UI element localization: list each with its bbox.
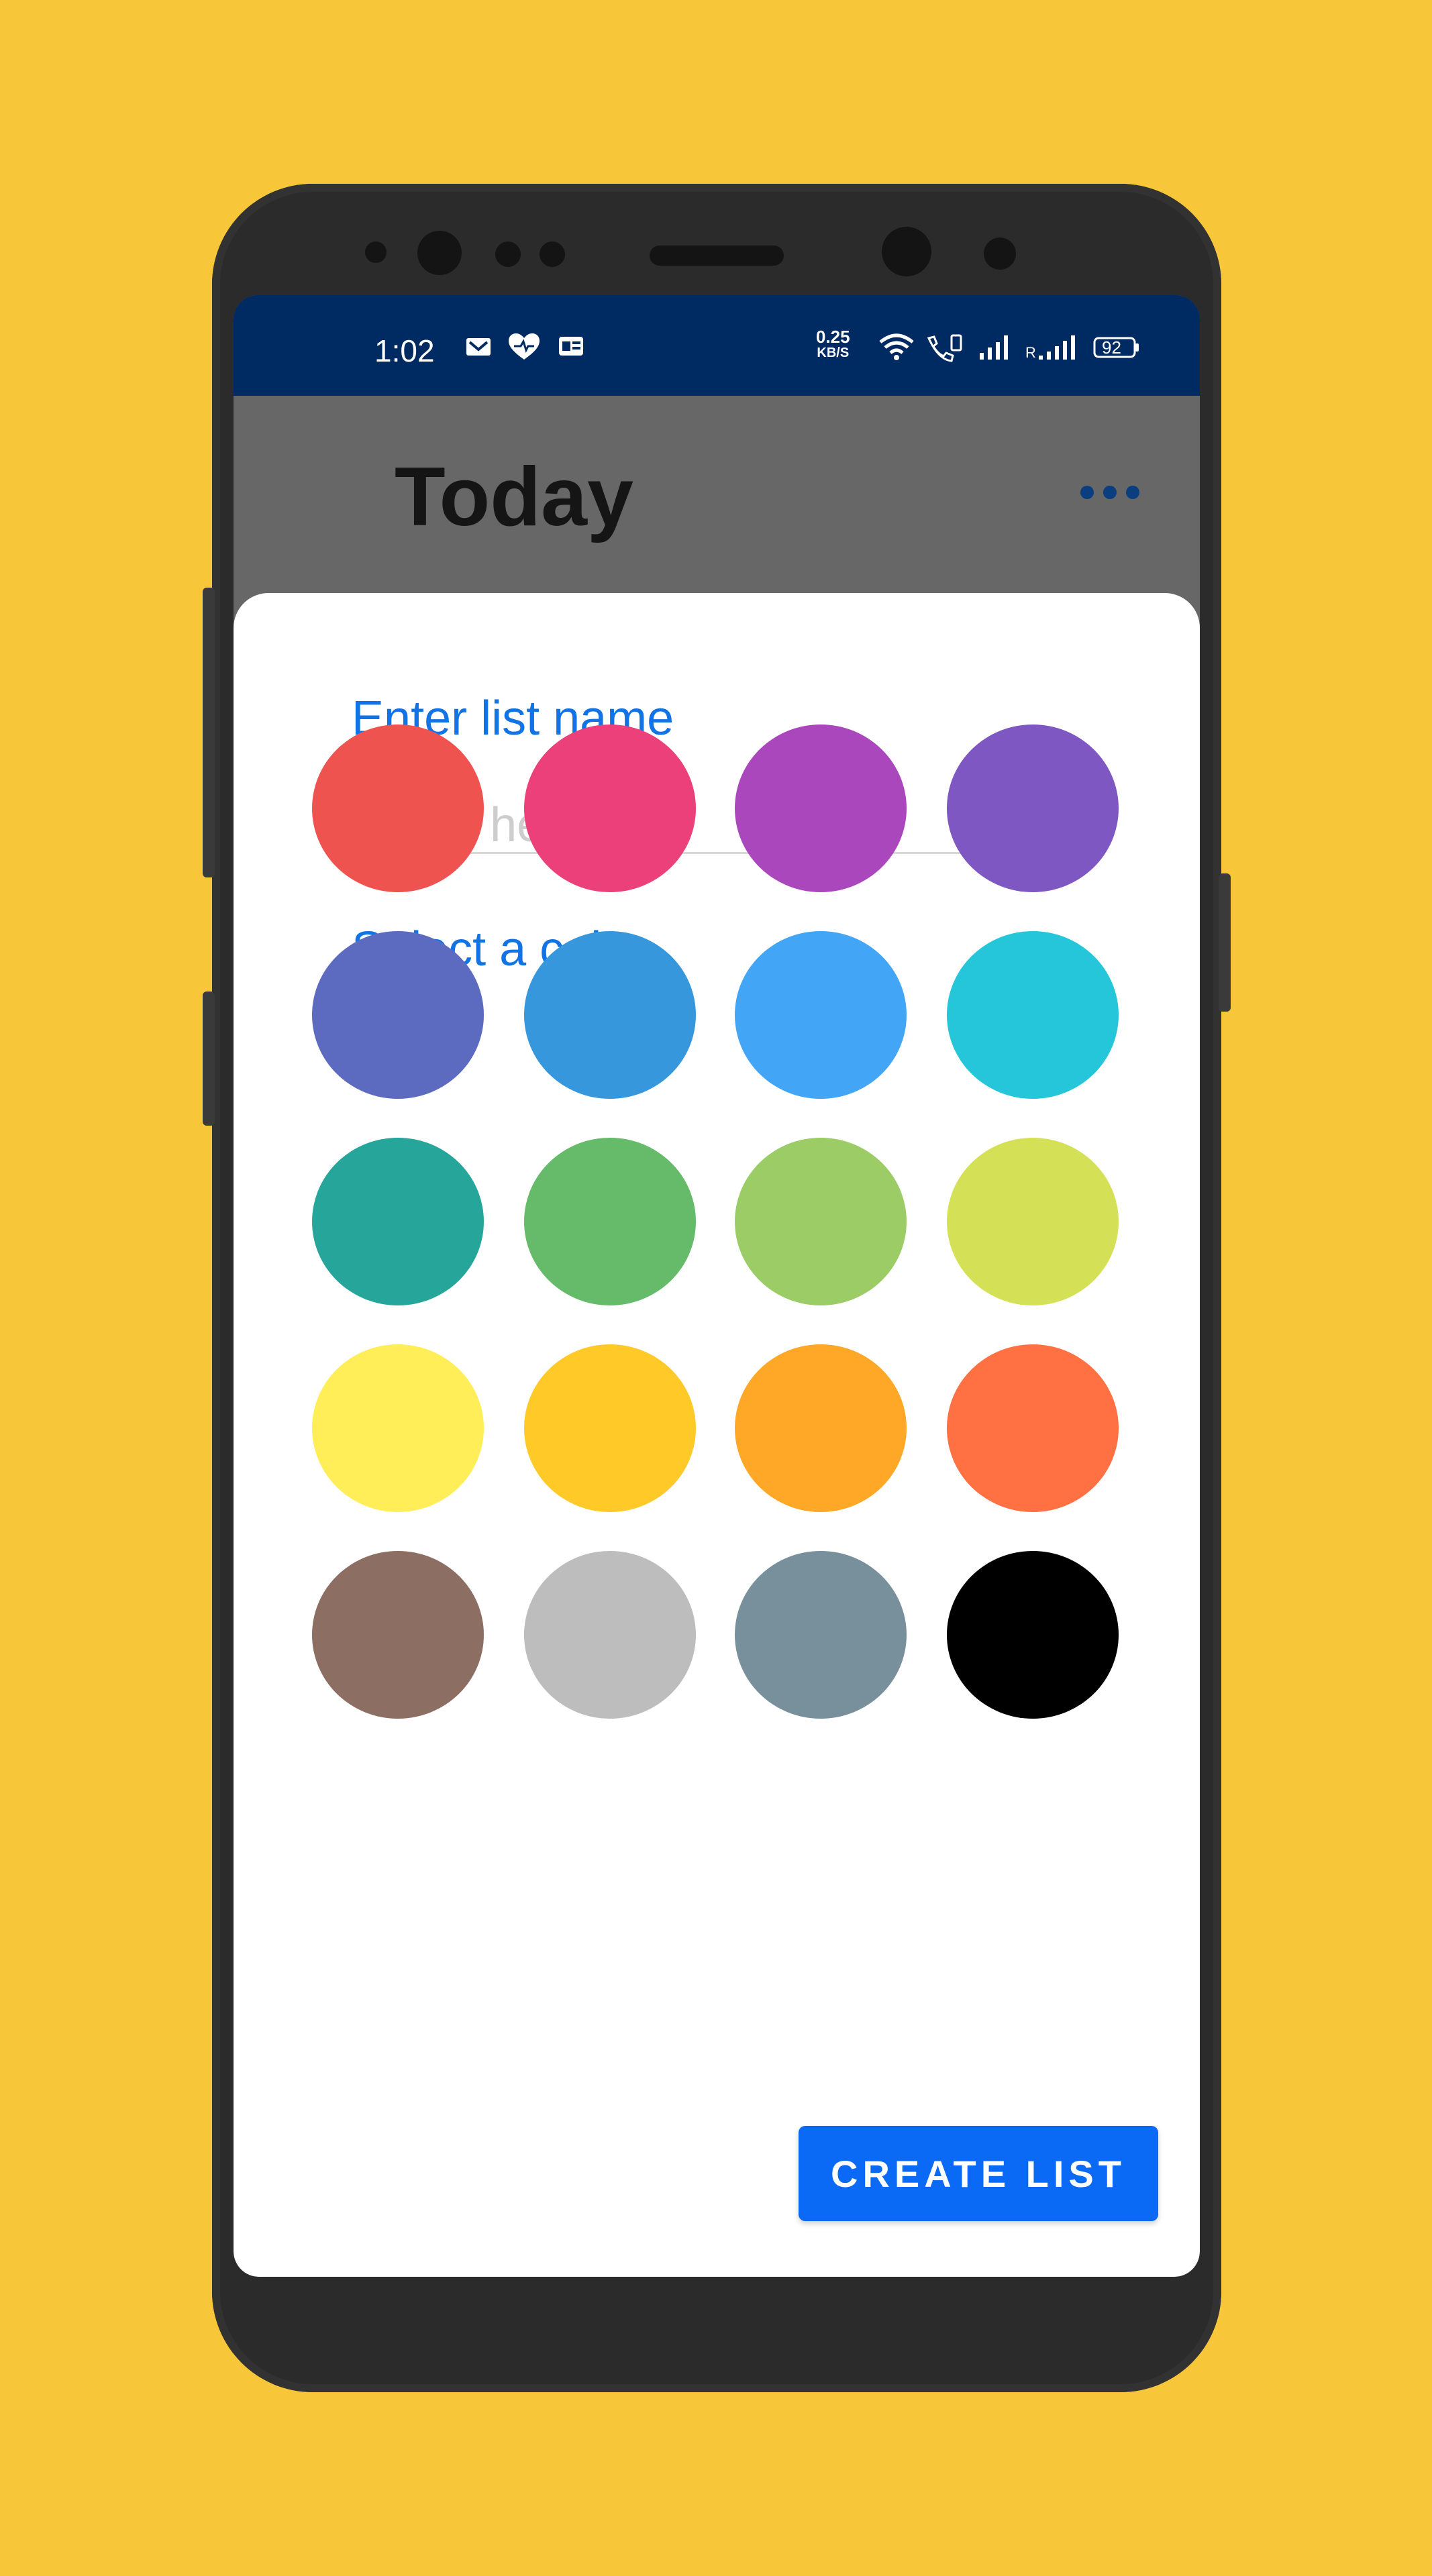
signal-icon [978, 333, 1012, 362]
create-list-sheet: Enter list name Select a color CREATE LI… [234, 593, 1200, 2277]
color-swatch[interactable] [312, 1551, 484, 1719]
front-sensor-dot [365, 241, 387, 263]
front-sensor-dot [984, 237, 1016, 270]
phone-side-button-left-upper [203, 588, 215, 877]
phone-screen: 1:02 0.25 KB/S R 92 Today Enter list nam… [234, 295, 1200, 2277]
net-speed-value: 0.25 [816, 327, 850, 347]
earpiece-speaker [650, 246, 784, 266]
color-swatch[interactable] [735, 1551, 907, 1719]
front-sensor-dot [540, 241, 565, 267]
color-swatch[interactable] [735, 931, 907, 1099]
color-swatch[interactable] [312, 724, 484, 892]
color-swatch[interactable] [524, 724, 696, 892]
color-swatch[interactable] [735, 1344, 907, 1512]
color-swatch[interactable] [312, 931, 484, 1099]
phone-side-button-left-lower [203, 991, 215, 1126]
heart-icon [507, 333, 541, 362]
color-swatch[interactable] [947, 1344, 1119, 1512]
color-swatch[interactable] [312, 1138, 484, 1305]
net-speed-unit: KB/S [817, 345, 850, 360]
front-sensor-dot [495, 241, 521, 267]
color-swatch[interactable] [947, 1551, 1119, 1719]
color-swatch[interactable] [524, 1551, 696, 1719]
volte-icon [925, 333, 964, 362]
mail-icon [464, 333, 493, 362]
front-camera [417, 231, 462, 275]
color-swatch[interactable] [312, 1344, 484, 1512]
battery-icon: 92 [1092, 333, 1141, 362]
phone-side-button-right [1219, 873, 1231, 1012]
color-swatch[interactable] [947, 1138, 1119, 1305]
color-swatch[interactable] [947, 724, 1119, 892]
color-swatch[interactable] [524, 1344, 696, 1512]
color-swatch[interactable] [735, 1138, 907, 1305]
color-swatch[interactable] [524, 931, 696, 1099]
gallery-icon [557, 333, 585, 362]
color-swatch[interactable] [524, 1138, 696, 1305]
more-horizontal-icon[interactable] [1080, 486, 1139, 499]
status-bar: 1:02 0.25 KB/S R 92 [234, 295, 1200, 396]
create-list-button[interactable]: CREATE LIST [799, 2126, 1158, 2221]
front-camera-secondary [882, 227, 931, 276]
battery-level: 92 [1102, 337, 1121, 358]
roaming-indicator: R [1025, 344, 1036, 361]
wifi-icon [878, 333, 915, 362]
color-swatch[interactable] [947, 931, 1119, 1099]
net-speed: 0.25 KB/S [816, 327, 850, 361]
status-time: 1:02 [374, 333, 435, 368]
page-title: Today [395, 451, 633, 543]
color-swatch[interactable] [735, 724, 907, 892]
